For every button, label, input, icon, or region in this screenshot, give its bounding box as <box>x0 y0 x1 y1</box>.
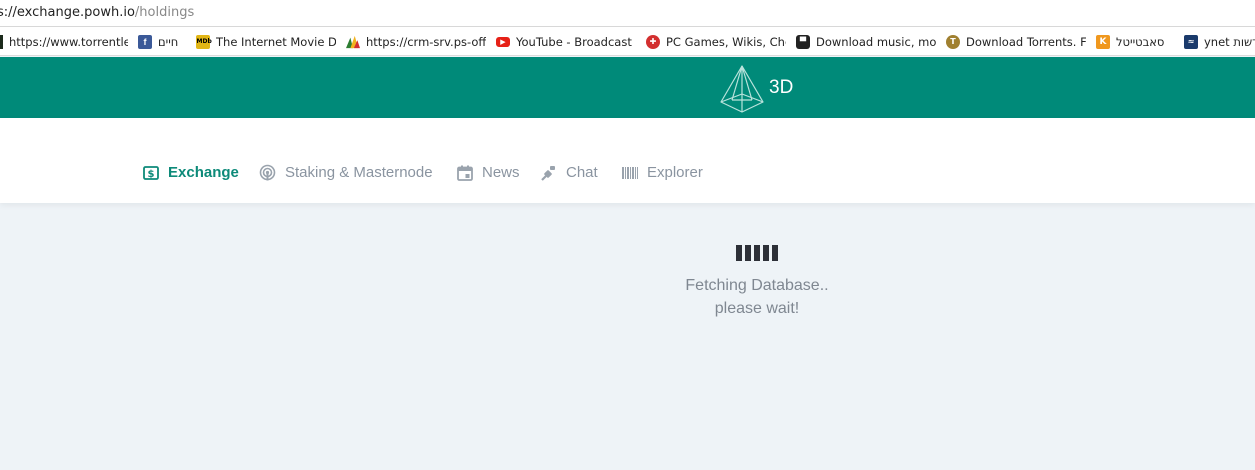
bookmark-pcgames[interactable]: ✚ PC Games, Wikis, Che <box>646 33 786 50</box>
loading-spinner-icon <box>736 245 778 261</box>
site-header: 3D <box>0 57 1255 118</box>
calendar-icon <box>457 165 473 181</box>
nav-label: Chat <box>566 164 598 181</box>
download-music-icon: ▀ <box>796 34 810 49</box>
bookmark-download-music[interactable]: ▀ Download music, mo <box>796 33 936 50</box>
barcode-icon <box>622 166 638 179</box>
bookmark-torrentle[interactable]: https://www.torrentle <box>0 33 128 50</box>
nav-label: News <box>482 164 520 181</box>
pyramid-icon[interactable] <box>719 64 765 114</box>
nav-label: Staking & Masternode <box>285 164 433 181</box>
imdb-icon: IMDb <box>196 34 212 49</box>
bookmark-label: חיים <box>158 34 179 49</box>
loading-line-2: please wait! <box>714 300 800 317</box>
bookmark-crm[interactable]: https://crm-srv.ps-off <box>346 33 486 50</box>
bookmark-youtube[interactable]: ▶ YouTube - Broadcast <box>496 33 636 50</box>
bookmark-label: The Internet Movie D <box>216 34 336 49</box>
brand-title[interactable]: 3D <box>769 77 793 99</box>
broadcast-icon <box>259 164 276 181</box>
nav-item-staking[interactable]: Staking & Masternode <box>259 164 433 181</box>
k-icon: K <box>1096 34 1110 49</box>
bookmark-label: Download music, mo <box>816 34 936 49</box>
bookmark-imdb[interactable]: IMDb The Internet Movie D <box>196 33 336 50</box>
ynet-icon: ≈ <box>1184 34 1198 49</box>
bookmarks-bar: https://www.torrentle f חיים IMDb The In… <box>0 27 1255 56</box>
bookmark-label: https://www.torrentle <box>9 34 128 49</box>
address-bar[interactable]: s://exchange.powh.io/holdings <box>0 0 1255 27</box>
bookmark-download-torrents[interactable]: T Download Torrents. F <box>946 33 1086 50</box>
bookmark-label: YouTube - Broadcast <box>516 34 632 49</box>
torrent-shield-icon: T <box>946 34 960 49</box>
url-text[interactable]: s://exchange.powh.io/holdings <box>0 5 194 20</box>
bookmark-facebook[interactable]: f חיים <box>138 33 188 50</box>
crm-icon <box>346 35 360 49</box>
games-icon: ✚ <box>646 34 660 49</box>
dark-square-icon <box>0 34 3 49</box>
nav-label: Explorer <box>647 164 703 181</box>
main-nav: $ Exchange Staking & Masternode News Cha… <box>0 118 1255 203</box>
loading-message: Fetching Database.. please wait! <box>640 274 874 320</box>
bookmark-label: PC Games, Wikis, Che <box>666 34 786 49</box>
youtube-icon: ▶ <box>496 36 510 47</box>
url-host: s://exchange.powh.io <box>0 5 135 20</box>
bookmark-label: Download Torrents. F <box>966 34 1086 49</box>
bookmark-label: ynet חדשות <box>1204 34 1255 49</box>
chat-icon <box>541 165 555 181</box>
nav-item-exchange[interactable]: $ Exchange <box>143 164 239 181</box>
nav-item-explorer[interactable]: Explorer <box>622 164 703 181</box>
nav-item-chat[interactable]: Chat <box>541 164 598 181</box>
bookmark-label: https://crm-srv.ps-off <box>366 34 486 49</box>
facebook-icon: f <box>138 34 152 49</box>
nav-label: Exchange <box>168 164 239 181</box>
dollar-icon: $ <box>143 165 159 180</box>
loading-line-1: Fetching Database.. <box>685 277 829 294</box>
bookmark-label: סאבטייטל <box>1116 34 1165 49</box>
url-path: /holdings <box>134 5 195 20</box>
nav-item-news[interactable]: News <box>457 164 520 181</box>
bookmark-subtitle[interactable]: K סאבטייטל <box>1096 33 1176 50</box>
bookmark-ynet[interactable]: ≈ ynet חדשות <box>1184 33 1255 50</box>
svg-text:$: $ <box>148 169 155 180</box>
